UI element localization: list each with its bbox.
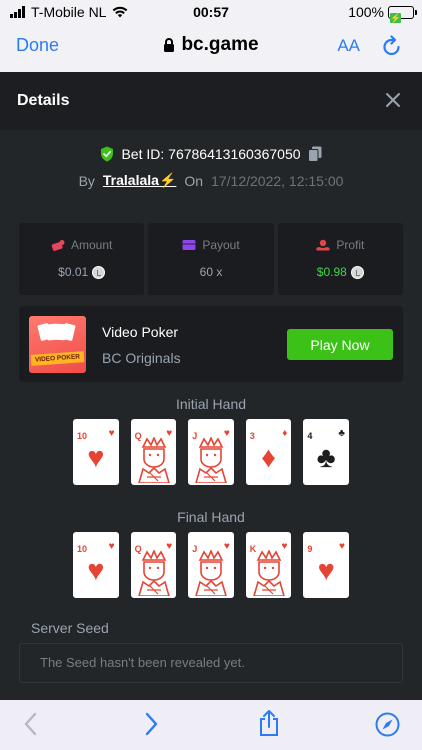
hearts-small-icon: ♥	[339, 541, 345, 552]
status-bar: T-Mobile NL 00:57 100% ⚡	[0, 0, 422, 26]
play-now-button[interactable]: Play Now	[287, 329, 393, 360]
final-hand-title: Final Hand	[177, 509, 245, 525]
bet-author-row: By Tralalala⚡ On 17/12/2022, 12:15:00	[0, 172, 422, 189]
on-label: On	[184, 172, 204, 189]
playing-card: J ♥	[188, 419, 234, 485]
clubs-small-icon: ♣	[338, 428, 345, 439]
playing-card: Q ♥	[130, 419, 177, 485]
litecoin-icon	[92, 265, 106, 279]
forward-icon[interactable]	[143, 711, 159, 737]
diamonds-icon: ♦	[261, 442, 276, 474]
playing-card: 9 ♥ ♥	[303, 532, 349, 598]
battery-icon: ⚡	[388, 5, 417, 23]
lock-icon	[164, 37, 175, 52]
browser-top-bar: Done bc.game AA	[0, 26, 422, 72]
playing-card: 10 ♥ ♥	[73, 419, 119, 485]
profit-card: Profit $0.98	[277, 223, 403, 295]
profit-value: $0.98	[316, 265, 347, 279]
address-text: bc.game	[181, 34, 259, 55]
shield-check-icon	[101, 146, 114, 162]
text-size-button[interactable]: AA	[337, 36, 360, 56]
battery-percent: 100%	[348, 4, 384, 20]
clubs-icon: ♣	[316, 442, 336, 474]
playing-card: J ♥	[188, 532, 234, 598]
amount-value: $0.01	[58, 265, 89, 279]
username-link[interactable]: Tralalala⚡	[103, 172, 176, 189]
playing-card: K ♥	[245, 532, 292, 598]
card-rank: 10	[77, 431, 88, 441]
hearts-icon: ♥	[87, 555, 105, 587]
playing-card: 10 ♥ ♥	[73, 532, 119, 598]
thumbnail-label: VIDEO POKER	[30, 351, 85, 366]
hearts-small-icon: ♥	[108, 428, 115, 439]
browser-bottom-bar	[0, 700, 422, 750]
card-rank: 3	[249, 431, 255, 441]
diamonds-small-icon: ♦	[282, 428, 288, 439]
close-icon[interactable]	[384, 91, 402, 109]
card-rank: 4	[307, 431, 313, 441]
bet-date: 17/12/2022, 12:15:00	[211, 172, 344, 189]
amount-icon	[51, 240, 65, 251]
payout-value: 60 x	[199, 265, 223, 279]
bet-id-row: Bet ID: 76786413160367050	[0, 146, 422, 162]
game-provider: BC Originals	[102, 350, 181, 366]
payout-icon	[182, 240, 196, 250]
game-thumbnail[interactable]: VIDEO POKER	[29, 316, 86, 373]
status-right: 100% ⚡	[348, 4, 417, 23]
back-icon[interactable]	[23, 711, 39, 737]
details-content: Bet ID: 76786413160367050 By Tralalala⚡ …	[0, 130, 422, 700]
initial-hand-title: Initial Hand	[175, 396, 247, 412]
server-seed-field: The Seed hasn't been revealed yet.	[19, 643, 403, 683]
bet-stats: Amount $0.01 Payout 60 x Profit $0.98	[19, 223, 403, 295]
modal-header: Details	[0, 72, 422, 130]
card-rank: 9	[307, 544, 313, 554]
payout-card: Payout 60 x	[148, 223, 274, 295]
hearts-small-icon: ♥	[108, 541, 115, 552]
hearts-icon: ♥	[317, 555, 335, 587]
server-seed-title: Server Seed	[31, 620, 109, 636]
payout-label: Payout	[202, 238, 240, 252]
final-hand: 10 ♥ ♥ Q ♥ J ♥ K ♥ 9 ♥ ♥	[73, 532, 349, 598]
playing-card: 3 ♦ ♦	[245, 419, 292, 485]
playing-card: 4 ♣ ♣	[303, 419, 349, 485]
bet-id: Bet ID: 76786413160367050	[121, 146, 301, 162]
copy-icon[interactable]	[307, 146, 322, 162]
amount-card: Amount $0.01	[19, 223, 145, 295]
card-rank: 10	[77, 544, 88, 554]
profit-label: Profit	[336, 238, 365, 252]
compass-icon[interactable]	[375, 712, 400, 737]
by-label: By	[78, 172, 95, 189]
reload-icon[interactable]	[382, 35, 402, 57]
hearts-icon: ♥	[87, 442, 105, 474]
amount-label: Amount	[70, 238, 113, 252]
modal-title: Details	[17, 92, 70, 109]
profit-icon	[316, 239, 330, 251]
initial-hand: 10 ♥ ♥ Q ♥ J ♥ 3 ♦ ♦ 4 ♣ ♣	[73, 419, 349, 485]
litecoin-icon	[350, 265, 364, 279]
text-size-label: AA	[337, 36, 360, 55]
game-info: VIDEO POKER Video Poker BC Originals Pla…	[19, 306, 403, 382]
playing-card: Q ♥	[130, 532, 177, 598]
game-name: Video Poker	[102, 324, 179, 340]
share-icon[interactable]	[258, 709, 280, 737]
